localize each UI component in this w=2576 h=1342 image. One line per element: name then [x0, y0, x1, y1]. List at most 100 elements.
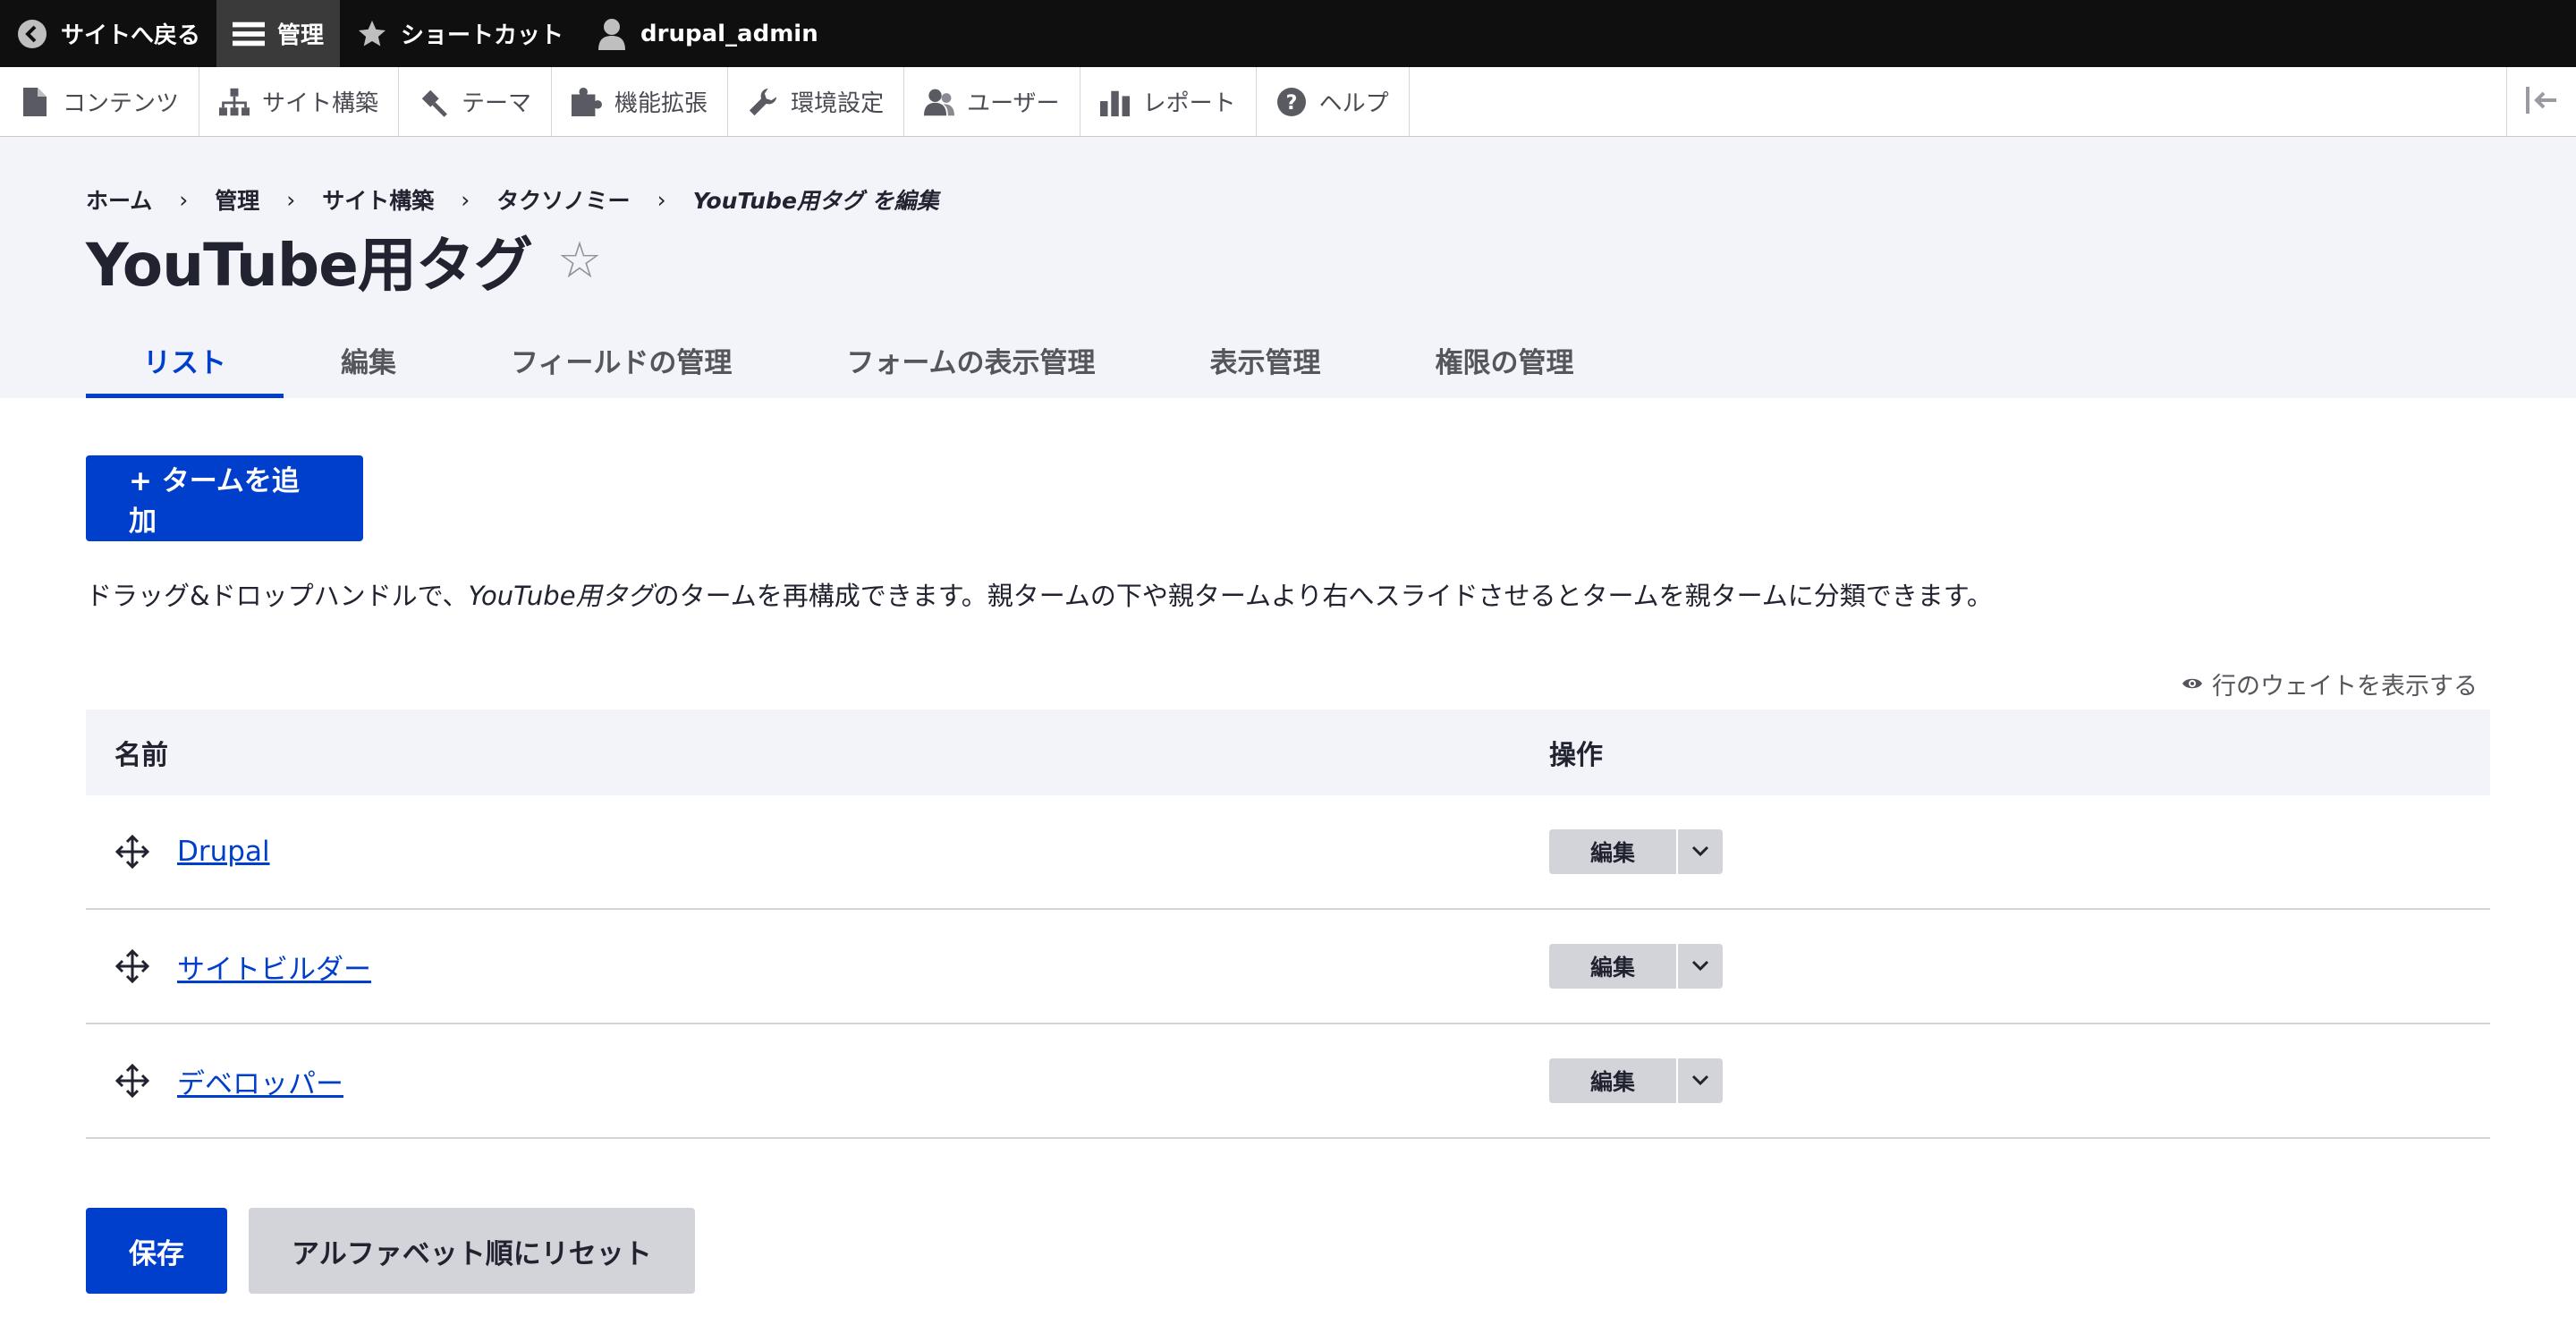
manage-menu-button[interactable]: 管理	[216, 0, 341, 67]
tab-list[interactable]: リスト	[86, 321, 284, 398]
tray-item-label: 環境設定	[791, 90, 885, 117]
add-to-shortcuts-star-icon[interactable]: ☆	[557, 232, 602, 290]
tray-item-reports[interactable]: レポート	[1080, 67, 1257, 136]
tab-manage-display[interactable]: 表示管理	[1152, 321, 1377, 398]
page-title-text: YouTube用タグ	[86, 231, 533, 300]
arrow-left-circle-icon	[16, 18, 48, 50]
tray-item-content[interactable]: コンテンツ	[0, 67, 200, 136]
breadcrumb-separator: ›	[179, 186, 189, 213]
operations-cell: 編集	[1549, 829, 2490, 874]
term-name-cell: サイトビルダー	[86, 947, 1549, 987]
term-link[interactable]: サイトビルダー	[177, 947, 371, 987]
tray-item-extend[interactable]: 機能拡張	[552, 67, 729, 136]
puzzle-icon	[572, 87, 603, 117]
tray-item-label: サイト構築	[262, 90, 379, 117]
show-row-weights-label: 行のウェイトを表示する	[2212, 673, 2478, 701]
collapse-left-icon	[2525, 87, 2558, 117]
breadcrumb-link-home[interactable]: ホーム	[86, 183, 152, 216]
term-name-cell: Drupal	[86, 834, 1549, 870]
admin-toolbar: サイトへ戻る 管理 ショートカット drupal_admin	[0, 0, 2576, 67]
tray-item-label: コンテンツ	[63, 90, 180, 117]
structure-icon	[219, 87, 250, 117]
help-icon: ?	[1276, 87, 1307, 117]
show-row-weights-toggle[interactable]: 行のウェイトを表示する	[2182, 667, 2478, 701]
drag-handle-icon[interactable]	[114, 1063, 150, 1099]
document-icon	[20, 87, 50, 117]
bar-chart-icon	[1099, 87, 1131, 117]
breadcrumb-separator: ›	[657, 186, 666, 213]
operations-cell: 編集	[1549, 1058, 2490, 1103]
operations-dropbutton: 編集	[1549, 1058, 1723, 1103]
edit-term-button[interactable]: 編集	[1549, 829, 1676, 874]
shortcuts-label: ショートカット	[401, 22, 564, 49]
page-title: YouTube用タグ ☆	[86, 217, 602, 303]
operations-toggle-button[interactable]	[1676, 1058, 1723, 1103]
primary-tabs: リスト 編集 フィールドの管理 フォームの表示管理 表示管理 権限の管理	[86, 321, 1631, 398]
breadcrumb-link-structure[interactable]: サイト構築	[322, 183, 434, 216]
admin-tray: コンテンツ サイト構築 テーマ 機能拡張 環境設定 ユーザー レポート ? ヘル…	[0, 67, 2576, 137]
terms-table: 名前 操作 Drupal 編集 サイトビルダー 編集 デベロッパー 編集	[86, 709, 2490, 1139]
back-to-site-label: サイトへ戻る	[61, 22, 201, 49]
column-header-operations: 操作	[1549, 740, 1603, 771]
operations-dropbutton: 編集	[1549, 944, 1723, 989]
shortcuts-menu-button[interactable]: ショートカット	[340, 0, 580, 67]
add-term-button[interactable]: + タームを追加	[86, 455, 363, 541]
wrench-icon	[748, 87, 778, 117]
breadcrumb-link-edit-vocabulary[interactable]: YouTube用タグ を編集	[693, 183, 939, 216]
operations-toggle-button[interactable]	[1676, 829, 1723, 874]
column-header-name: 名前	[114, 740, 168, 771]
reset-alphabetical-button[interactable]: アルファベット順にリセット	[249, 1208, 695, 1294]
breadcrumb-link-taxonomy[interactable]: タクソノミー	[496, 183, 630, 216]
manage-label: 管理	[277, 22, 325, 49]
page-header: ホーム › 管理 › サイト構築 › タクソノミー › YouTube用タグ を…	[0, 137, 2576, 398]
edit-term-button[interactable]: 編集	[1549, 944, 1676, 989]
term-link[interactable]: デベロッパー	[177, 1061, 343, 1101]
table-header: 名前 操作	[86, 709, 2490, 795]
tray-item-label: ヘルプ	[1318, 90, 1389, 117]
tray-item-label: テーマ	[462, 90, 532, 117]
term-link[interactable]: Drupal	[177, 836, 270, 868]
table-row: デベロッパー 編集	[86, 1024, 2490, 1139]
breadcrumb-link-admin[interactable]: 管理	[215, 183, 259, 216]
user-icon	[596, 18, 628, 50]
tab-manage-fields[interactable]: フィールドの管理	[453, 321, 789, 398]
tab-manage-permissions[interactable]: 権限の管理	[1377, 321, 1631, 398]
collapse-tray-button[interactable]	[2506, 67, 2576, 137]
svg-text:?: ?	[1285, 92, 1297, 115]
eye-icon	[2182, 670, 2203, 698]
breadcrumb: ホーム › 管理 › サイト構築 › タクソノミー › YouTube用タグ を…	[86, 183, 939, 216]
breadcrumb-separator: ›	[286, 186, 296, 213]
paintbrush-icon	[419, 87, 449, 117]
tray-item-help[interactable]: ? ヘルプ	[1257, 67, 1410, 136]
tray-item-label: レポート	[1142, 90, 1236, 117]
form-actions: 保存 アルファベット順にリセット	[86, 1208, 695, 1294]
chevron-down-icon	[1691, 958, 1709, 975]
tray-item-appearance[interactable]: テーマ	[399, 67, 553, 136]
table-row: Drupal 編集	[86, 795, 2490, 910]
tray-item-label: ユーザー	[967, 90, 1060, 117]
user-menu-button[interactable]: drupal_admin	[580, 0, 835, 67]
tray-item-config[interactable]: 環境設定	[728, 67, 905, 136]
save-button[interactable]: 保存	[86, 1208, 227, 1294]
term-name-cell: デベロッパー	[86, 1061, 1549, 1101]
tab-edit[interactable]: 編集	[284, 321, 453, 398]
hamburger-icon	[233, 18, 266, 50]
user-label: drupal_admin	[640, 20, 818, 47]
back-to-site-link[interactable]: サイトへ戻る	[0, 0, 216, 67]
drag-handle-icon[interactable]	[114, 834, 150, 870]
help-text-post: のタームを再構成できます。親タームの下や親タームより右へスライドさせるとタームを…	[653, 581, 1993, 611]
tray-item-people[interactable]: ユーザー	[904, 67, 1080, 136]
table-row: サイトビルダー 編集	[86, 910, 2490, 1024]
operations-dropbutton: 編集	[1549, 829, 1723, 874]
tray-item-label: 機能拡張	[614, 90, 708, 117]
tab-manage-form-display[interactable]: フォームの表示管理	[789, 321, 1152, 398]
operations-toggle-button[interactable]	[1676, 944, 1723, 989]
edit-term-button[interactable]: 編集	[1549, 1058, 1676, 1103]
tray-item-structure[interactable]: サイト構築	[199, 67, 400, 136]
chevron-down-icon	[1691, 1073, 1709, 1090]
chevron-down-icon	[1691, 844, 1709, 861]
drag-handle-icon[interactable]	[114, 948, 150, 984]
help-text-pre: ドラッグ&ドロップハンドルで、	[86, 581, 469, 611]
help-text: ドラッグ&ドロップハンドルで、YouTube用タグのタームを再構成できます。親タ…	[86, 575, 1993, 613]
operations-cell: 編集	[1549, 944, 2490, 989]
